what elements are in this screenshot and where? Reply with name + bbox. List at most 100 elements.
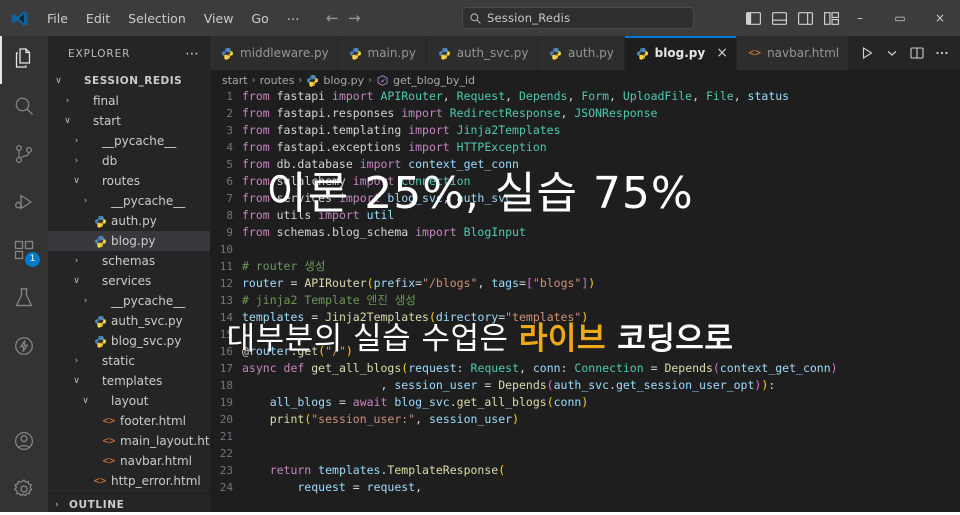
- activity-search[interactable]: [0, 84, 48, 132]
- command-center-search[interactable]: Session_Redis: [462, 7, 694, 29]
- tree-item-label: __pycache__: [111, 294, 186, 308]
- activity-run-debug[interactable]: [0, 180, 48, 228]
- activity-source-control[interactable]: [0, 132, 48, 180]
- close-icon[interactable]: ×: [716, 46, 728, 60]
- code-line: 6 from sqlalchemy import Connection: [210, 173, 960, 190]
- editor-actions: [849, 36, 960, 70]
- chevron-down-icon: ∨: [73, 176, 80, 186]
- toggle-primary-sidebar-icon[interactable]: [745, 10, 762, 27]
- breadcrumb-item-symbol[interactable]: get_blog_by_id: [393, 74, 475, 87]
- run-and-debug-icon: [12, 190, 36, 218]
- code-line-text: # router 생성: [242, 259, 326, 273]
- activity-extensions[interactable]: 1: [0, 228, 48, 276]
- menu-selection[interactable]: Selection: [119, 8, 195, 29]
- activity-accounts[interactable]: [0, 419, 48, 467]
- breadcrumb-separator-icon: ›: [298, 74, 303, 86]
- code-line-text: return templates.TemplateResponse(: [242, 463, 506, 477]
- tree-item-db[interactable]: › db: [48, 151, 210, 171]
- toggle-secondary-sidebar-icon[interactable]: [797, 10, 814, 27]
- tree-item-schemas[interactable]: › schemas: [48, 251, 210, 271]
- activity-settings[interactable]: [0, 467, 48, 515]
- tree-item-session-redis[interactable]: ∨ SESSION_REDIS: [48, 71, 210, 91]
- activity-explorer[interactable]: [0, 36, 48, 84]
- tree-item-label: schemas: [102, 254, 156, 268]
- menu-view[interactable]: View: [195, 8, 243, 29]
- toggle-panel-icon[interactable]: [771, 10, 788, 27]
- activity-thunder-client[interactable]: [0, 324, 48, 372]
- tree-item-start[interactable]: ∨ start: [48, 111, 210, 131]
- code-line: 11 # router 생성: [210, 258, 960, 275]
- symbol-method-icon: [376, 74, 389, 86]
- menu-edit[interactable]: Edit: [77, 8, 119, 29]
- chevron-down-icon[interactable]: [884, 45, 900, 61]
- tab-middleware-py[interactable]: middleware.py: [210, 36, 338, 70]
- close-button[interactable]: ×: [920, 0, 960, 36]
- go-forward-icon[interactable]: →: [344, 8, 364, 28]
- run-python-file-icon[interactable]: [859, 45, 875, 61]
- tree-item-http-error-html[interactable]: <> http_error.html: [48, 471, 210, 491]
- folder-icon: [65, 74, 81, 88]
- tab-main-py[interactable]: main.py: [337, 36, 427, 70]
- explorer-more-icon[interactable]: ⋯: [185, 46, 200, 62]
- tree-item-blog-py[interactable]: blog.py: [48, 231, 210, 251]
- more-actions-icon[interactable]: [934, 45, 950, 61]
- tree-item-auth-svc-py[interactable]: auth_svc.py: [48, 311, 210, 331]
- tree-item-templates[interactable]: ∨ templates: [48, 371, 210, 391]
- tree-item-label: SESSION_REDIS: [84, 75, 183, 87]
- tree-item-label: start: [93, 114, 121, 128]
- tree-item-routes[interactable]: ∨ routes: [48, 171, 210, 191]
- chevron-right-icon: ›: [83, 296, 88, 306]
- tree-item-navbar-html[interactable]: <> navbar.html: [48, 451, 210, 471]
- tree-item-auth-py[interactable]: auth.py: [48, 211, 210, 231]
- extensions-badge: 1: [25, 252, 40, 267]
- code-line-text: from fastapi.exceptions import HTTPExcep…: [242, 140, 547, 154]
- tree-item-final[interactable]: › final: [48, 91, 210, 111]
- tree-item-footer-html[interactable]: <> footer.html: [48, 411, 210, 431]
- breadcrumb-item-start[interactable]: start: [222, 74, 248, 87]
- tree-item-label: final: [93, 94, 119, 108]
- tree-item-label: auth_svc.py: [111, 314, 183, 328]
- tab-label: blog.py: [654, 46, 706, 60]
- tree-item-label: blog.py: [111, 234, 156, 248]
- menu-more[interactable]: ⋯: [278, 8, 309, 29]
- file-tree: ∨ SESSION_REDIS › final ∨ start › __pycache__ › d…: [48, 71, 210, 491]
- code-line-text: from utils import util: [242, 208, 395, 222]
- breadcrumb-item-file[interactable]: blog.py: [323, 74, 364, 87]
- tree-item-static[interactable]: › static: [48, 351, 210, 371]
- code-editor[interactable]: 1 from fastapi import APIRouter, Request,…: [210, 88, 960, 515]
- tab-label: navbar.html: [767, 46, 840, 60]
- go-back-icon[interactable]: ←: [322, 8, 342, 28]
- tree-item--pycache-[interactable]: › __pycache__: [48, 291, 210, 311]
- split-editor-icon[interactable]: [909, 45, 925, 61]
- tree-item-blog-svc-py[interactable]: blog_svc.py: [48, 331, 210, 351]
- code-line: 23 return templates.TemplateResponse(: [210, 462, 960, 479]
- tree-item-label: db: [102, 154, 118, 168]
- code-line: 18 , session_user = Depends(auth_svc.get…: [210, 377, 960, 394]
- tab-blog-py[interactable]: blog.py ×: [624, 36, 738, 70]
- code-line: 10: [210, 241, 960, 258]
- tree-item-main-layout-html[interactable]: <> main_layout.html: [48, 431, 210, 451]
- folder-icon: [83, 354, 99, 368]
- chevron-down-icon: ∨: [82, 396, 89, 406]
- line-number: 16: [219, 345, 233, 358]
- customize-layout-icon[interactable]: [823, 10, 840, 27]
- code-line-text: from services import blog_svc, auth_svc: [242, 191, 513, 205]
- tab-navbar-html[interactable]: <> navbar.html: [737, 36, 849, 70]
- tab-auth-py[interactable]: auth.py: [538, 36, 625, 70]
- activity-bar: 1: [0, 36, 48, 515]
- activity-testing[interactable]: [0, 276, 48, 324]
- menu-file[interactable]: File: [38, 8, 77, 29]
- tree-item-services[interactable]: ∨ services: [48, 271, 210, 291]
- code-line: 14 templates = Jinja2Templates(directory=…: [210, 309, 960, 326]
- chevron-down-icon: ∨: [73, 276, 80, 286]
- python-icon: [92, 334, 108, 348]
- tree-item--pycache-[interactable]: › __pycache__: [48, 191, 210, 211]
- minimize-button[interactable]: –: [840, 0, 880, 36]
- tree-item-layout[interactable]: ∨ layout: [48, 391, 210, 411]
- tab-auth-svc-py[interactable]: auth_svc.py: [426, 36, 539, 70]
- tree-item--pycache-[interactable]: › __pycache__: [48, 131, 210, 151]
- menu-go[interactable]: Go: [242, 8, 277, 29]
- breadcrumb-item-routes[interactable]: routes: [260, 74, 295, 87]
- tree-item-label: static: [102, 354, 135, 368]
- maximize-button[interactable]: ▭: [880, 0, 920, 36]
